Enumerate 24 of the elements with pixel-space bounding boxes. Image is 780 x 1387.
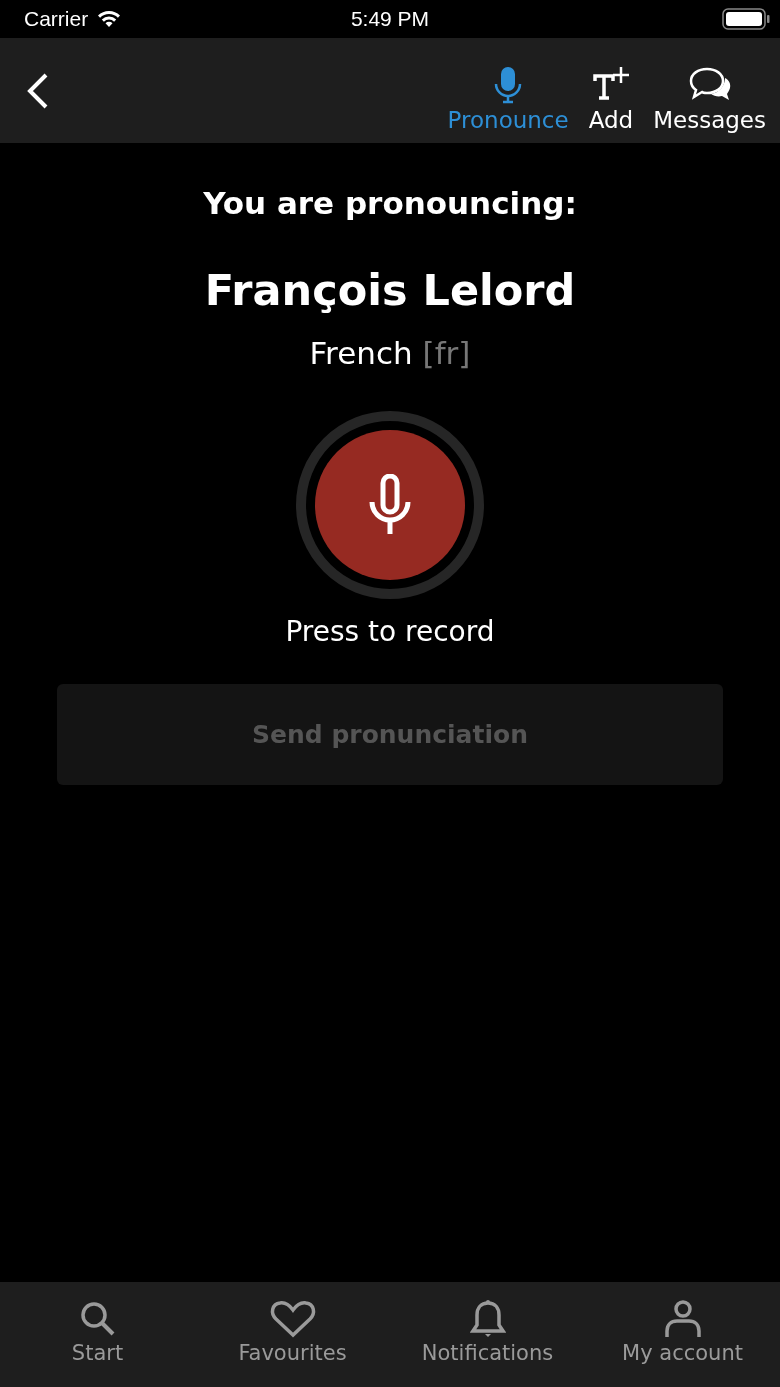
tab-item[interactable]: Start bbox=[0, 1282, 195, 1387]
microphone-icon bbox=[493, 65, 524, 105]
record-label: Press to record bbox=[285, 615, 495, 648]
toolbar-button[interactable]: Pronounce bbox=[447, 38, 569, 143]
tab-item[interactable]: Favourites bbox=[195, 1282, 390, 1387]
person-icon bbox=[662, 1298, 703, 1339]
status-time: 5:49 PM bbox=[350, 7, 430, 31]
language-code: [fr] bbox=[422, 335, 471, 371]
tab-item[interactable]: Notifications bbox=[390, 1282, 585, 1387]
heart-icon bbox=[268, 1298, 317, 1339]
carrier-name: Carrier bbox=[24, 7, 89, 31]
heading: You are pronouncing: bbox=[203, 185, 577, 221]
toolbar-button[interactable]: Messages bbox=[653, 38, 766, 143]
record-button[interactable] bbox=[315, 430, 465, 580]
wifi-icon bbox=[96, 10, 123, 28]
battery-icon bbox=[722, 8, 770, 30]
back-chevron-icon bbox=[26, 71, 50, 110]
name-title: François Lelord bbox=[204, 265, 576, 315]
language-name: French bbox=[309, 335, 413, 371]
back-button[interactable] bbox=[26, 71, 50, 110]
bell-icon bbox=[469, 1298, 506, 1339]
microphone-icon bbox=[367, 474, 413, 536]
toolbar-button[interactable]: Add bbox=[588, 38, 634, 143]
tab-item[interactable]: My account bbox=[585, 1282, 780, 1387]
